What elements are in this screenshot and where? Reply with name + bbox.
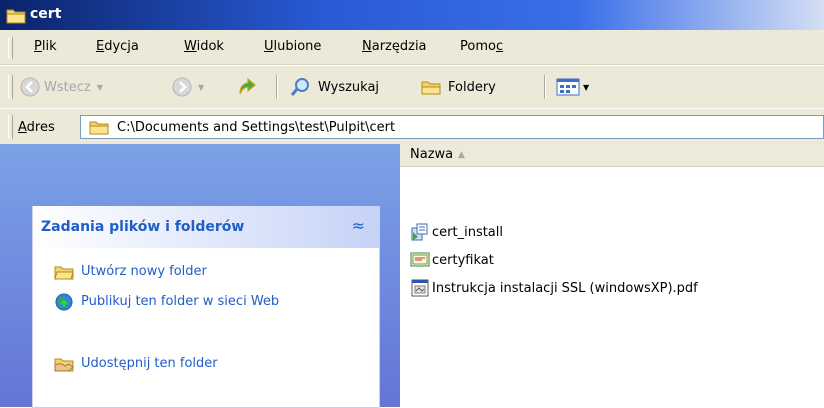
task-pane: Zadania plików i folderów ≈ Utwórz nowy … (0, 144, 400, 408)
views-icon (556, 78, 580, 96)
toolbar-grip[interactable] (8, 75, 13, 99)
back-arrow-icon (20, 77, 40, 97)
file-name: certyfikat (432, 252, 494, 268)
folders-label: Foldery (448, 79, 496, 95)
folders-button[interactable]: Foldery (420, 75, 496, 99)
back-label: Wstecz (44, 79, 91, 95)
pdf-file-icon (411, 279, 429, 297)
forward-arrow-icon (172, 77, 192, 97)
file-item[interactable]: Instrukcja instalacji SSL (windowsXP).pd… (410, 278, 698, 298)
share-folder-icon (54, 358, 74, 372)
task-publish-web[interactable]: Publikuj ten folder w sieci Web (53, 293, 321, 311)
folders-icon (421, 81, 441, 95)
publish-web-icon (55, 293, 73, 311)
column-header-name[interactable]: Nazwa ▲ (400, 144, 824, 167)
address-value: C:\Documents and Settings\test\Pulpit\ce… (117, 119, 396, 135)
menu-file[interactable]: Plik (34, 39, 57, 54)
forward-button[interactable]: ▼ (172, 75, 204, 99)
file-list: Nazwa ▲ cert_install certyfikat Instrukc… (400, 144, 824, 407)
content-area: Zadania plików i folderów ≈ Utwórz nowy … (0, 144, 824, 408)
task-share-folder[interactable]: Udostępnij ten folder (53, 355, 321, 373)
address-input[interactable]: C:\Documents and Settings\test\Pulpit\ce… (80, 115, 824, 139)
column-header-label: Nazwa (410, 147, 454, 162)
sort-ascending-icon: ▲ (458, 150, 465, 160)
task-label: Udostępnij ten folder (81, 356, 218, 371)
search-button[interactable]: Wyszukaj (290, 75, 379, 99)
back-dropdown-icon[interactable]: ▼ (97, 83, 103, 92)
explorer-window: cert Plik Edycja Widok Ulubione Narzędzi… (0, 0, 824, 408)
views-button[interactable]: ▼ (556, 75, 589, 99)
new-folder-icon (54, 266, 74, 280)
address-bar-grip[interactable] (8, 115, 13, 139)
folder-icon (89, 121, 109, 135)
window-title: cert (30, 6, 62, 22)
file-name: cert_install (432, 224, 503, 240)
installer-icon (411, 223, 428, 241)
up-button[interactable] (236, 75, 258, 99)
menu-tools[interactable]: Narzędzia (362, 39, 427, 54)
menu-bar: Plik Edycja Widok Ulubione Narzędzia Pom… (0, 30, 824, 65)
file-item[interactable]: certyfikat (410, 250, 494, 270)
panel-title: Zadania plików i folderów (41, 219, 245, 235)
certificate-icon (410, 252, 430, 267)
folder-icon (6, 9, 26, 24)
menu-help[interactable]: Pomoc (460, 39, 503, 54)
task-label: Utwórz nowy folder (81, 264, 207, 279)
title-bar[interactable]: cert (0, 0, 824, 30)
toolbar-separator (276, 75, 278, 99)
menu-view[interactable]: Widok (184, 39, 224, 54)
menu-favorites[interactable]: Ulubione (264, 39, 321, 54)
address-label: Adres (18, 120, 55, 135)
back-button[interactable]: Wstecz ▼ (20, 75, 103, 99)
panel-header[interactable]: Zadania plików i folderów ≈ (33, 206, 379, 248)
file-item[interactable]: cert_install (410, 222, 503, 242)
views-dropdown-icon[interactable]: ▼ (583, 83, 589, 92)
forward-dropdown-icon[interactable]: ▼ (198, 83, 204, 92)
toolbar: Wstecz ▼ ▼ Wyszukaj Foldery ▼ (0, 65, 824, 109)
collapse-chevron-icon[interactable]: ≈ (352, 216, 365, 235)
up-folder-icon (239, 77, 256, 95)
address-bar: Adres C:\Documents and Settings\test\Pul… (0, 108, 824, 146)
menu-edit[interactable]: Edycja (96, 39, 139, 54)
search-icon (290, 78, 309, 96)
task-new-folder[interactable]: Utwórz nowy folder (53, 263, 321, 281)
file-folder-tasks-panel: Zadania plików i folderów ≈ Utwórz nowy … (32, 206, 380, 408)
search-label: Wyszukaj (318, 79, 380, 95)
toolbar-separator (544, 75, 546, 99)
task-label: Publikuj ten folder w sieci Web (81, 294, 280, 309)
file-name: Instrukcja instalacji SSL (windowsXP).pd… (432, 280, 698, 296)
menu-bar-grip[interactable] (8, 37, 13, 59)
